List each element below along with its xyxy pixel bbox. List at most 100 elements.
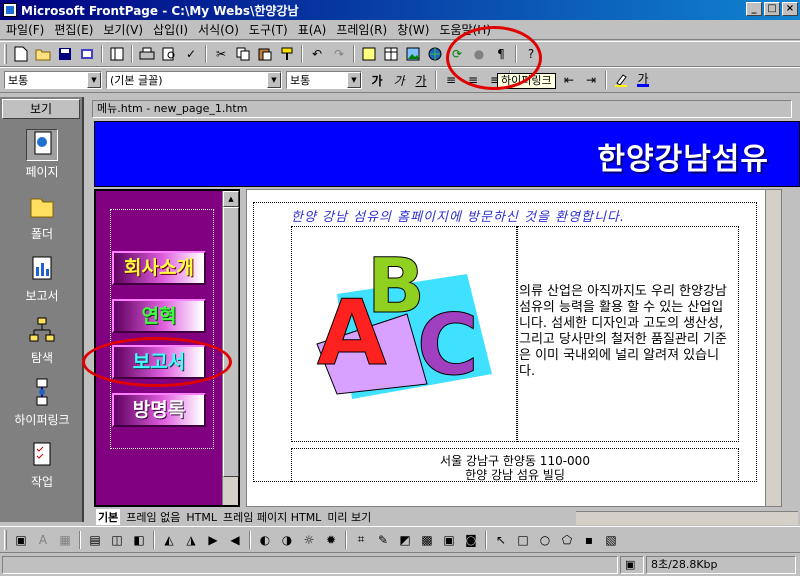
publish-icon[interactable]	[76, 44, 98, 64]
black-white-icon[interactable]: ◩	[394, 530, 416, 550]
style-select-value: 보통	[8, 74, 29, 87]
set-transparent-icon[interactable]: ✎	[372, 530, 394, 550]
banner-frame[interactable]: 한양강남섬유	[94, 121, 800, 187]
tab-html[interactable]: HTML	[186, 511, 217, 524]
preview-icon[interactable]	[158, 44, 180, 64]
less-brightness-icon[interactable]: ✹	[320, 530, 342, 550]
tab-no-frames[interactable]: 프레임 없음	[126, 509, 180, 525]
menu-table[interactable]: 표(A)	[298, 21, 327, 38]
resample-icon[interactable]: ◙	[460, 530, 482, 550]
folder-list-icon[interactable]	[106, 44, 128, 64]
menu-edit[interactable]: 편집(E)	[54, 21, 93, 38]
send-backward-icon[interactable]: ◧	[128, 530, 150, 550]
increase-indent-icon[interactable]: ⇥	[580, 70, 602, 90]
polygon-hotspot-icon[interactable]: ⬠	[556, 530, 578, 550]
main-frame-scrollbar[interactable]	[765, 190, 781, 506]
menu-format[interactable]: 서식(O)	[198, 21, 239, 38]
menu-insert[interactable]: 삽입(I)	[153, 21, 188, 38]
spelling-icon[interactable]: ✓	[180, 44, 202, 64]
scroll-thumb[interactable]	[223, 207, 239, 477]
font-color-button[interactable]: 가	[632, 70, 654, 90]
separator	[79, 530, 81, 549]
underline-button[interactable]: 가	[410, 70, 432, 90]
view-folders[interactable]: 폴더	[0, 191, 84, 242]
bevel-icon[interactable]: ▣	[438, 530, 460, 550]
toolbar-grip[interactable]	[4, 529, 7, 550]
size-select[interactable]: 보통 ▼	[286, 71, 362, 89]
circle-hotspot-icon[interactable]: ○	[534, 530, 556, 550]
insert-picture-icon[interactable]: ▣	[10, 530, 32, 550]
open-folder-icon[interactable]	[32, 44, 54, 64]
rotate-right-icon[interactable]: ◮	[180, 530, 202, 550]
insert-table-icon[interactable]	[380, 44, 402, 64]
main-frame[interactable]: 한양 강남 섬유의 홈페이지에 방문하신 것을 환영합니다. A B C 의류 …	[246, 189, 782, 507]
hyperlink-icon[interactable]	[424, 44, 446, 64]
wash-out-icon[interactable]: ▩	[416, 530, 438, 550]
paste-icon[interactable]	[254, 44, 276, 64]
status-bar: ▣ 8초/28.8Kbp	[0, 552, 800, 576]
separator	[345, 530, 347, 549]
tab-frames-page-html[interactable]: 프레임 페이지 HTML	[223, 509, 321, 525]
cut-icon[interactable]: ✂	[210, 44, 232, 64]
new-page-icon[interactable]	[10, 44, 32, 64]
chevron-down-icon[interactable]: ▼	[267, 72, 281, 88]
flip-vertical-icon[interactable]: ◀	[224, 530, 246, 550]
flip-horizontal-icon[interactable]: ▶	[202, 530, 224, 550]
save-icon[interactable]	[54, 44, 76, 64]
auto-thumbnail-icon[interactable]: ▦	[54, 530, 76, 550]
position-absolute-icon[interactable]: ▤	[84, 530, 106, 550]
view-tasks-label: 작업	[30, 475, 54, 489]
print-icon[interactable]	[136, 44, 158, 64]
view-navigation[interactable]: 탐색	[0, 315, 84, 366]
undo-icon[interactable]: ↶	[306, 44, 328, 64]
insert-picture-icon[interactable]	[402, 44, 424, 64]
restore-icon[interactable]: ▧	[600, 530, 622, 550]
menu-tools[interactable]: 도구(T)	[249, 21, 288, 38]
toolbar-grip[interactable]	[4, 44, 7, 64]
view-page[interactable]: 페이지	[0, 129, 84, 180]
view-reports[interactable]: 보고서	[0, 253, 84, 304]
menu-frames[interactable]: 프레임(R)	[336, 21, 387, 38]
minimize-button[interactable]: _	[746, 2, 762, 16]
insert-component-icon[interactable]	[358, 44, 380, 64]
text-on-picture-icon[interactable]: A	[32, 530, 54, 550]
maximize-button[interactable]: □	[764, 2, 780, 16]
menu-frame-scrollbar[interactable]: ▲	[222, 191, 239, 505]
rectangle-hotspot-icon[interactable]: □	[512, 530, 534, 550]
less-contrast-icon[interactable]: ◑	[276, 530, 298, 550]
tab-normal[interactable]: 기본	[96, 509, 121, 525]
frontpage-app-icon[interactable]	[3, 3, 17, 17]
nav-button-history[interactable]: 연혁	[112, 299, 206, 333]
highlight-icon[interactable]	[610, 70, 632, 90]
bold-button[interactable]: 가	[366, 70, 388, 90]
chevron-down-icon[interactable]: ▼	[87, 72, 101, 88]
more-brightness-icon[interactable]: ☼	[298, 530, 320, 550]
copy-icon[interactable]	[232, 44, 254, 64]
decrease-indent-icon[interactable]: ⇤	[558, 70, 580, 90]
abc-clipart[interactable]: A B C	[297, 234, 507, 404]
redo-icon[interactable]: ↷	[328, 44, 350, 64]
italic-button[interactable]: 가	[388, 70, 410, 90]
nav-button-guestbook[interactable]: 방명록	[112, 393, 206, 427]
more-contrast-icon[interactable]: ◐	[254, 530, 276, 550]
menu-file[interactable]: 파일(F)	[6, 21, 44, 38]
nav-button-company[interactable]: 회사소개	[112, 251, 206, 285]
horizontal-scrollbar[interactable]	[576, 511, 798, 525]
chevron-down-icon[interactable]: ▼	[347, 72, 361, 88]
select-pointer-icon[interactable]: ↖	[490, 530, 512, 550]
bring-forward-icon[interactable]: ◫	[106, 530, 128, 550]
font-color-label: 가	[637, 71, 649, 86]
scroll-up-icon[interactable]: ▲	[223, 191, 239, 207]
view-tasks[interactable]: 작업	[0, 439, 84, 490]
highlight-hotspots-icon[interactable]: ▪	[578, 530, 600, 550]
crop-icon[interactable]: ⌗	[350, 530, 372, 550]
view-hyperlinks[interactable]: 하이퍼링크	[0, 377, 84, 428]
close-button[interactable]: ×	[782, 2, 798, 16]
style-select[interactable]: 보통 ▼	[4, 71, 102, 89]
tab-preview[interactable]: 미리 보기	[327, 509, 371, 525]
rotate-left-icon[interactable]: ◭	[158, 530, 180, 550]
font-select[interactable]: (기본 글꼴) ▼	[106, 71, 282, 89]
format-painter-icon[interactable]	[276, 44, 298, 64]
menu-window[interactable]: 창(W)	[397, 21, 429, 38]
menu-view[interactable]: 보기(V)	[103, 21, 143, 38]
